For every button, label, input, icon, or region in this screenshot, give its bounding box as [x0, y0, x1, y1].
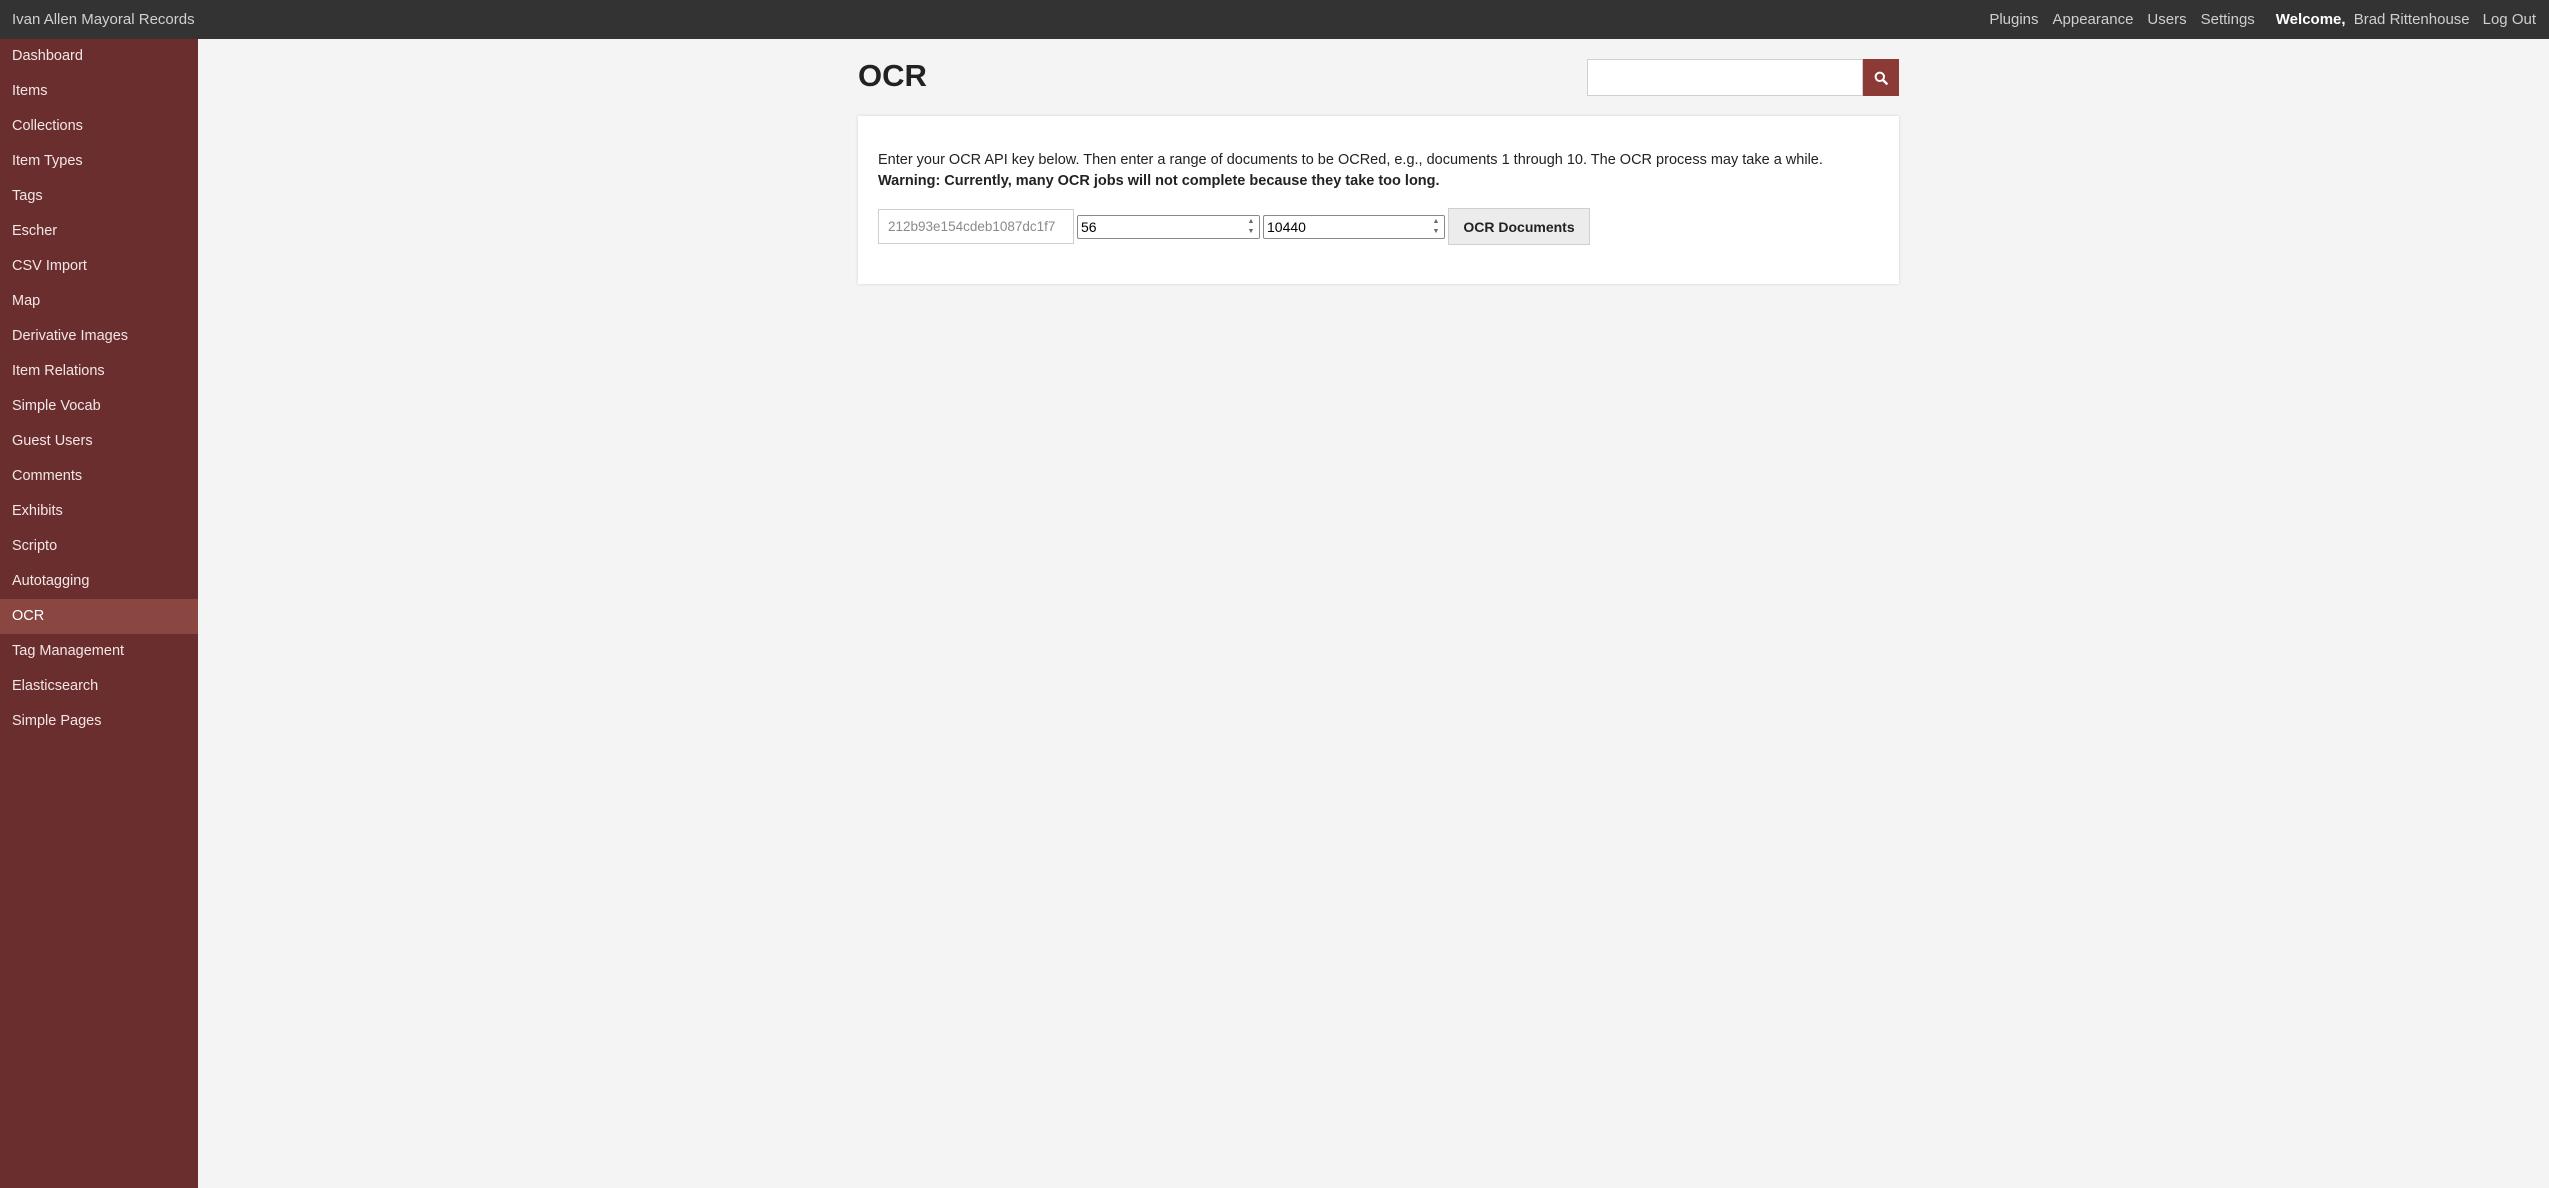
- top-bar: Ivan Allen Mayoral Records Plugins Appea…: [0, 0, 2549, 39]
- ocr-documents-button[interactable]: OCR Documents: [1448, 208, 1590, 245]
- page-title: OCR: [858, 58, 927, 93]
- sidebar-item-ocr[interactable]: OCR: [0, 599, 198, 634]
- sidebar-item-dashboard[interactable]: Dashboard: [0, 39, 198, 74]
- sidebar-item-item-types[interactable]: Item Types: [0, 144, 198, 179]
- sidebar-item-simple-pages[interactable]: Simple Pages: [0, 704, 198, 739]
- nav-appearance[interactable]: Appearance: [2053, 11, 2134, 28]
- ocr-panel: Enter your OCR API key below. Then enter…: [858, 116, 1899, 284]
- user-name-link[interactable]: Brad Rittenhouse: [2354, 11, 2470, 28]
- start-stepper[interactable]: ▲ ▼: [1245, 218, 1257, 236]
- start-document-field: ▲ ▼: [1077, 214, 1260, 239]
- chevron-down-icon[interactable]: ▼: [1430, 228, 1442, 236]
- sidebar-item-elasticsearch[interactable]: Elasticsearch: [0, 669, 198, 704]
- sidebar-item-guest-users[interactable]: Guest Users: [0, 424, 198, 459]
- site-title-link[interactable]: Ivan Allen Mayoral Records: [12, 11, 195, 28]
- search-form: [1587, 59, 1899, 96]
- logout-link[interactable]: Log Out: [2483, 11, 2536, 28]
- sidebar-item-tag-management[interactable]: Tag Management: [0, 634, 198, 669]
- api-key-input[interactable]: [878, 209, 1074, 244]
- end-document-field: ▲ ▼: [1263, 214, 1445, 239]
- chevron-up-icon[interactable]: ▲: [1430, 218, 1442, 226]
- chevron-up-icon[interactable]: ▲: [1245, 218, 1257, 226]
- ocr-form: ▲ ▼ ▲ ▼ OCR Documents: [878, 208, 1590, 245]
- sidebar-item-collections[interactable]: Collections: [0, 109, 198, 144]
- sidebar-item-escher[interactable]: Escher: [0, 214, 198, 249]
- end-document-input[interactable]: [1264, 216, 1429, 237]
- search-input[interactable]: [1587, 59, 1863, 96]
- sidebar-item-comments[interactable]: Comments: [0, 459, 198, 494]
- sidebar-item-tags[interactable]: Tags: [0, 179, 198, 214]
- end-stepper[interactable]: ▲ ▼: [1430, 218, 1442, 236]
- nav-users[interactable]: Users: [2147, 11, 2186, 28]
- nav-settings[interactable]: Settings: [2201, 11, 2255, 28]
- sidebar-item-map[interactable]: Map: [0, 284, 198, 319]
- sidebar-item-csv-import[interactable]: CSV Import: [0, 249, 198, 284]
- sidebar-item-derivative-images[interactable]: Derivative Images: [0, 319, 198, 354]
- top-nav: Plugins Appearance Users Settings Welcom…: [1982, 11, 2543, 28]
- instructions-text: Enter your OCR API key below. Then enter…: [878, 150, 1878, 192]
- sidebar: Dashboard Items Collections Item Types T…: [0, 39, 198, 1188]
- sidebar-list: Dashboard Items Collections Item Types T…: [0, 39, 198, 739]
- instructions-body: Enter your OCR API key below. Then enter…: [878, 152, 1823, 168]
- sidebar-item-autotagging[interactable]: Autotagging: [0, 564, 198, 599]
- welcome-message: Welcome, Brad Rittenhouse: [2276, 11, 2470, 28]
- start-document-input[interactable]: [1078, 216, 1244, 237]
- search-icon: [1874, 71, 1888, 85]
- warning-text: Warning: Currently, many OCR jobs will n…: [878, 173, 1440, 189]
- chevron-down-icon[interactable]: ▼: [1245, 228, 1257, 236]
- sidebar-item-exhibits[interactable]: Exhibits: [0, 494, 198, 529]
- welcome-label: Welcome,: [2275, 11, 2346, 28]
- sidebar-item-item-relations[interactable]: Item Relations: [0, 354, 198, 389]
- nav-plugins[interactable]: Plugins: [1989, 11, 2038, 28]
- sidebar-item-items[interactable]: Items: [0, 74, 198, 109]
- sidebar-item-simple-vocab[interactable]: Simple Vocab: [0, 389, 198, 424]
- sidebar-item-scripto[interactable]: Scripto: [0, 529, 198, 564]
- search-button[interactable]: [1863, 59, 1899, 96]
